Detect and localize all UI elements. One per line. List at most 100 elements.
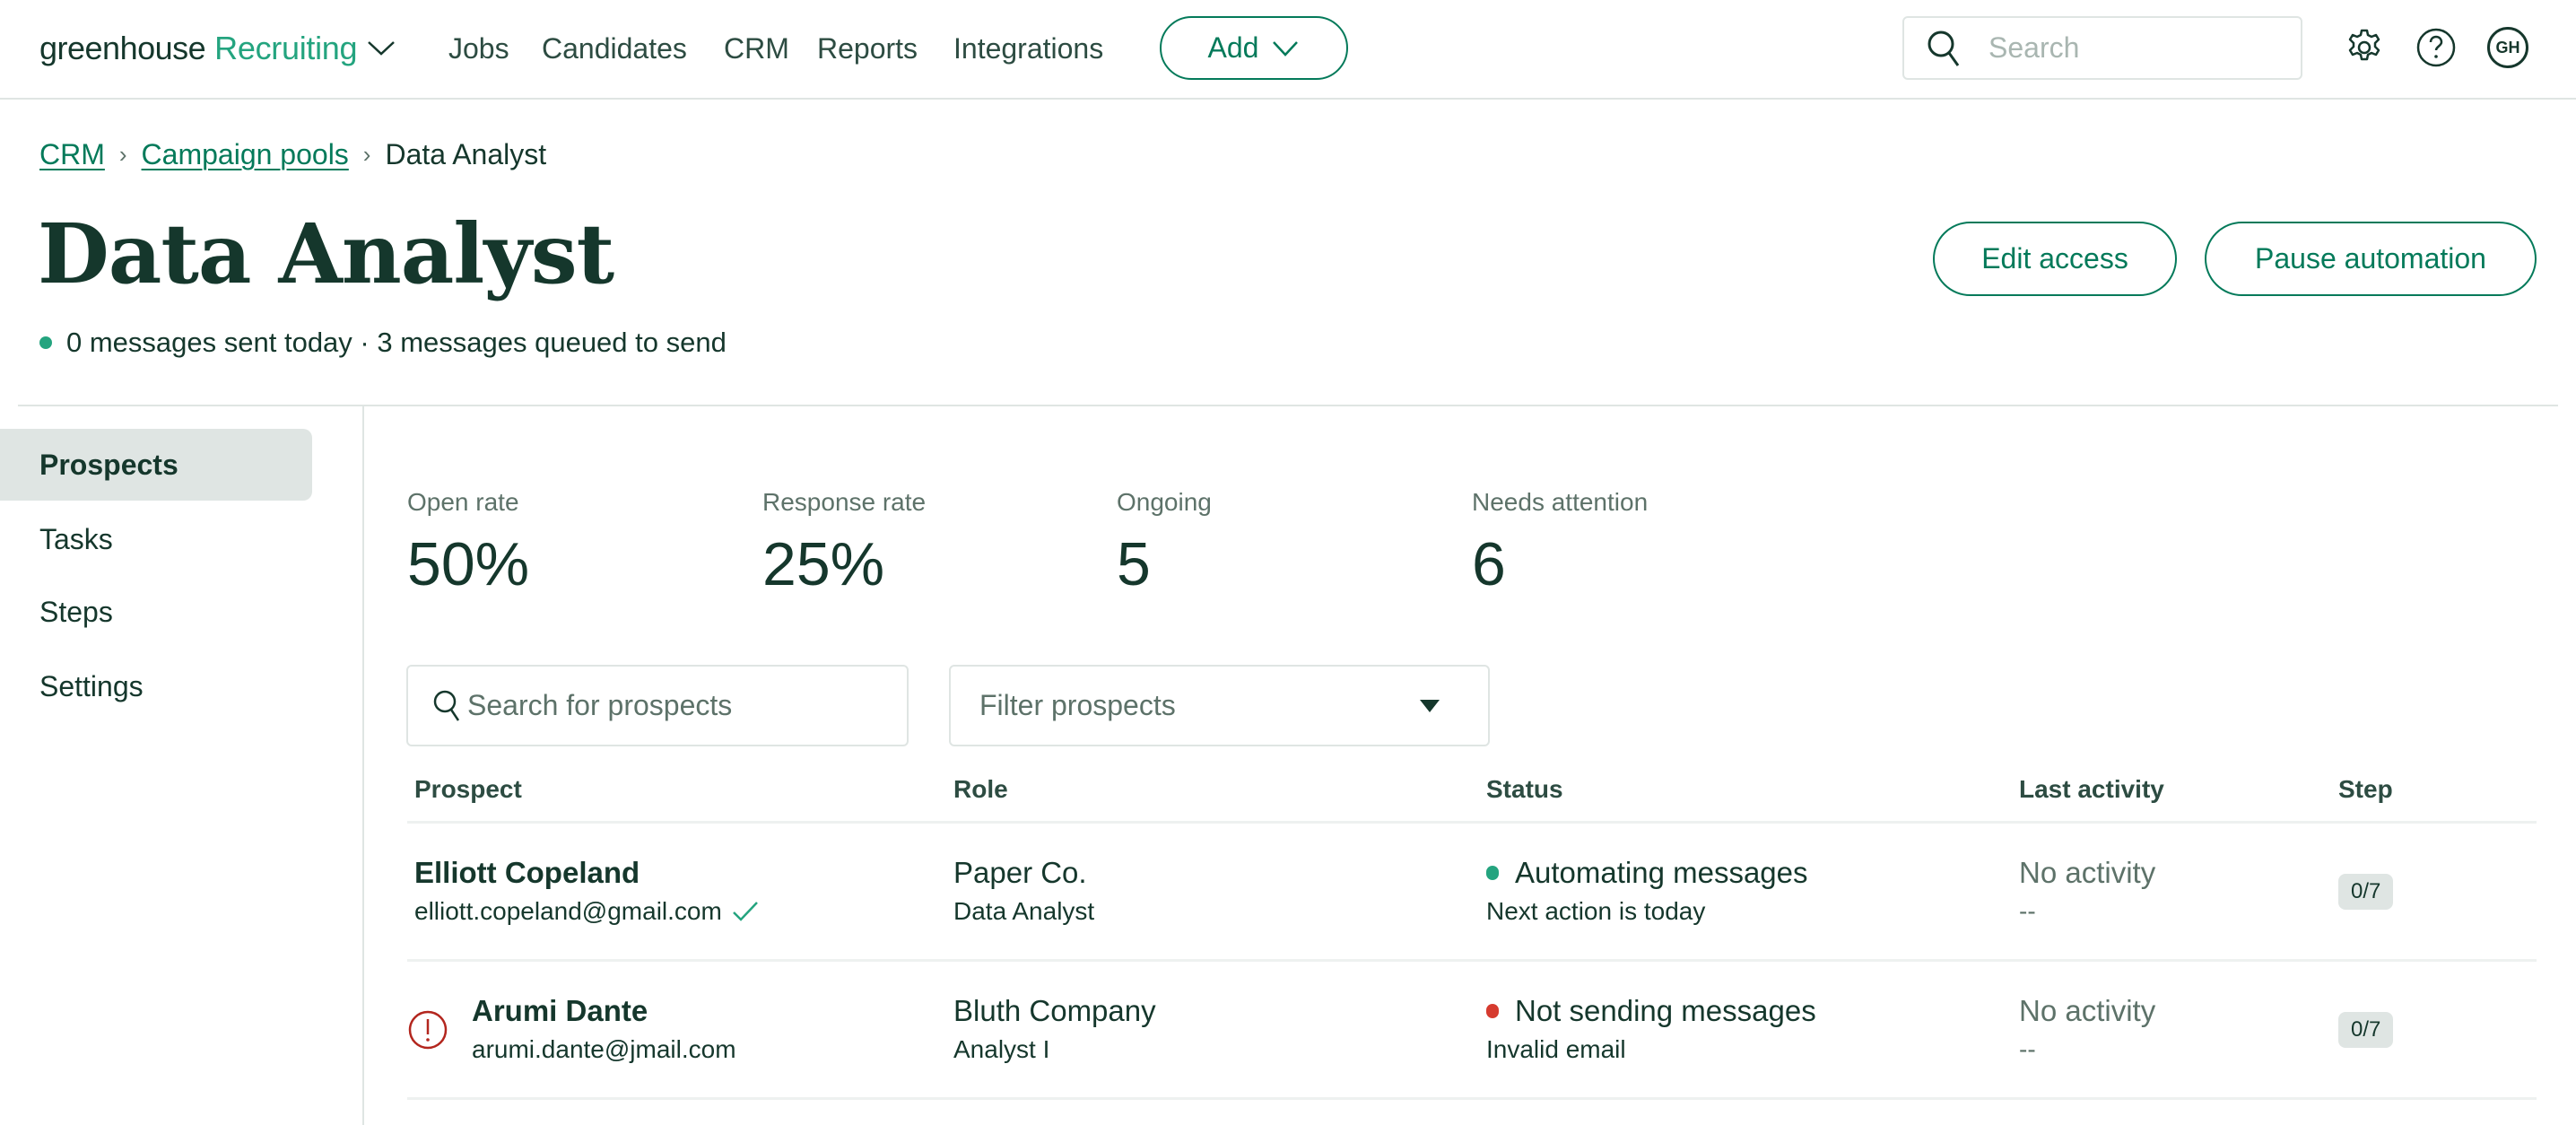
- prospect-text: Arumi Dante arumi.dante@jmail.com: [472, 991, 736, 1068]
- logo-wordmark: greenhouse: [39, 30, 206, 66]
- search-icon: [433, 690, 460, 721]
- chevron-right-icon: ›: [362, 140, 371, 168]
- search-icon: [1928, 31, 1960, 66]
- table-row[interactable]: Arumi Dante arumi.dante@jmail.com Bluth …: [407, 962, 2537, 1100]
- page-title: Data Analyst: [38, 205, 614, 302]
- messaging-status: 0 messages sent today · 3 messages queue…: [39, 323, 727, 362]
- column-header-status[interactable]: Status: [1486, 775, 1563, 804]
- edit-access-button[interactable]: Edit access: [1933, 222, 2177, 296]
- check-icon: [732, 901, 758, 921]
- stat-ongoing: Ongoing 5: [1117, 483, 1458, 603]
- breadcrumb: CRM › Campaign pools › Data Analyst: [39, 135, 546, 174]
- stat-label: Needs attention: [1472, 488, 1649, 516]
- step-cell: 0/7: [2338, 824, 2394, 959]
- prospect-name[interactable]: Elliott Copeland: [414, 853, 760, 893]
- filter-prospects-placeholder: Filter prospects: [979, 689, 1176, 721]
- pause-automation-button[interactable]: Pause automation: [2205, 222, 2537, 296]
- prospect-email-line: elliott.copeland@gmail.com: [414, 893, 760, 930]
- sidebar-item-tasks[interactable]: Tasks: [0, 503, 312, 575]
- status-label: Not sending messages: [1515, 993, 1816, 1027]
- global-search[interactable]: [1902, 16, 2302, 80]
- last-activity: No activity: [2019, 993, 2156, 1027]
- messaging-status-text: 0 messages sent today · 3 messages queue…: [66, 327, 727, 358]
- sidebar-divider: [362, 406, 364, 1125]
- role-cell: Bluth Company Analyst I: [953, 962, 1156, 1097]
- error-alert-icon: [408, 1010, 448, 1049]
- greenhouse-logo[interactable]: greenhouse Recruiting: [39, 22, 358, 75]
- status-dot-icon: [1486, 865, 1499, 880]
- sidebar-item-prospects[interactable]: Prospects: [0, 429, 312, 501]
- global-search-input[interactable]: [1989, 31, 2284, 65]
- prospect-name[interactable]: Arumi Dante: [472, 991, 736, 1031]
- stat-label: Open rate: [407, 488, 519, 516]
- company-name: Paper Co.: [953, 855, 1087, 889]
- section-divider: [18, 405, 2558, 406]
- nav-crm[interactable]: CRM: [724, 27, 789, 70]
- status-label: Automating messages: [1515, 855, 1808, 889]
- last-activity-detail: --: [2019, 896, 2036, 925]
- status-dot-icon: [1486, 1003, 1499, 1018]
- role-title: Data Analyst: [953, 896, 1095, 925]
- prospect-cell: Elliott Copeland elliott.copeland@gmail.…: [414, 824, 760, 959]
- stat-label: Ongoing: [1117, 488, 1212, 516]
- breadcrumb-campaign-pools[interactable]: Campaign pools: [142, 138, 349, 171]
- column-header-prospect[interactable]: Prospect: [414, 775, 522, 804]
- add-button-label: Add: [1207, 31, 1259, 64]
- stat-open-rate: Open rate 50%: [407, 483, 748, 603]
- help-icon[interactable]: [2415, 27, 2457, 68]
- stat-needs-attention: Needs attention 6: [1472, 483, 1813, 603]
- status-detail: Invalid email: [1486, 1034, 1626, 1063]
- table-row[interactable]: Elliott Copeland elliott.copeland@gmail.…: [407, 824, 2537, 962]
- stat-value: 50%: [407, 530, 530, 598]
- sidebar-item-settings[interactable]: Settings: [0, 650, 312, 722]
- column-header-last-activity[interactable]: Last activity: [2019, 775, 2164, 804]
- prospect-name-wrap: Arumi Dante arumi.dante@jmail.com: [407, 991, 736, 1068]
- filter-prospects-dropdown[interactable]: Filter prospects: [949, 665, 1490, 746]
- sidebar-item-steps[interactable]: Steps: [0, 576, 312, 648]
- chevron-down-icon[interactable]: [366, 34, 396, 61]
- gear-icon[interactable]: [2344, 27, 2385, 68]
- prospect-search[interactable]: [406, 665, 909, 746]
- last-activity-cell: No activity --: [2019, 824, 2155, 959]
- table-header: Prospect Role Status Last activity Step: [407, 763, 2537, 824]
- stat-response-rate: Response rate 25%: [762, 483, 1103, 603]
- logo-product-name: Recruiting: [214, 30, 358, 66]
- status-cell: Automating messages Next action is today: [1486, 824, 1808, 959]
- column-header-step[interactable]: Step: [2338, 775, 2393, 804]
- status-cell: Not sending messages Invalid email: [1486, 962, 1816, 1097]
- last-activity-cell: No activity --: [2019, 962, 2155, 1097]
- prospect-email: elliott.copeland@gmail.com: [414, 896, 722, 925]
- user-avatar[interactable]: GH: [2487, 27, 2528, 68]
- role-cell: Paper Co. Data Analyst: [953, 824, 1094, 959]
- role-title: Analyst I: [953, 1034, 1050, 1063]
- prospects-table: Prospect Role Status Last activity Step …: [407, 763, 2537, 1100]
- chevron-right-icon: ›: [118, 140, 127, 168]
- breadcrumb-crm[interactable]: CRM: [39, 138, 105, 171]
- caret-down-icon: [1420, 699, 1440, 712]
- prospect-email: arumi.dante@jmail.com: [472, 1034, 736, 1063]
- stat-value: 25%: [762, 530, 885, 598]
- top-navigation-bar: greenhouse Recruiting Jobs Candidates CR…: [0, 0, 2576, 100]
- last-activity-detail: --: [2019, 1034, 2036, 1063]
- step-badge: 0/7: [2338, 873, 2394, 910]
- last-activity: No activity: [2019, 855, 2156, 889]
- breadcrumb-current: Data Analyst: [385, 137, 547, 170]
- prospect-search-input[interactable]: [467, 689, 898, 722]
- stat-value: 5: [1117, 530, 1151, 598]
- stat-value: 6: [1472, 530, 1506, 598]
- chevron-down-icon: [1273, 40, 1299, 57]
- nav-jobs[interactable]: Jobs: [448, 27, 509, 70]
- add-button[interactable]: Add: [1160, 16, 1348, 80]
- nav-candidates[interactable]: Candidates: [542, 27, 687, 70]
- stat-label: Response rate: [762, 488, 927, 516]
- status-label-line: Not sending messages: [1486, 991, 1816, 1031]
- step-badge: 0/7: [2338, 1011, 2394, 1048]
- nav-reports[interactable]: Reports: [817, 27, 918, 70]
- status-label-line: Automating messages: [1486, 853, 1808, 893]
- prospect-cell: Arumi Dante arumi.dante@jmail.com: [407, 962, 736, 1097]
- nav-integrations[interactable]: Integrations: [953, 27, 1103, 70]
- status-dot-icon: [39, 336, 52, 349]
- company-name: Bluth Company: [953, 993, 1156, 1027]
- column-header-role[interactable]: Role: [953, 775, 1008, 804]
- step-cell: 0/7: [2338, 962, 2394, 1097]
